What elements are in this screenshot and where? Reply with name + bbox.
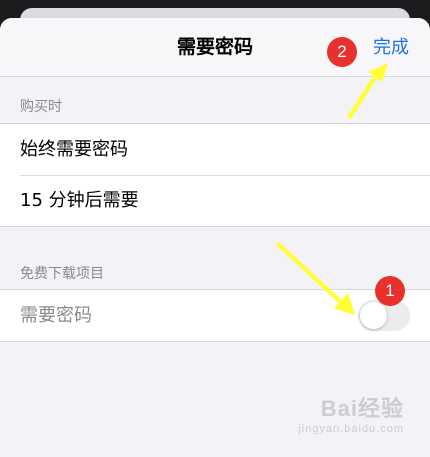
toggle-knob [360, 302, 387, 329]
require-password-row: 需要密码 [0, 290, 430, 341]
watermark: Bai经验 jingyan.baidu.com [298, 391, 404, 435]
page-title: 需要密码 [176, 36, 253, 58]
watermark-brand: Bai经验 [320, 396, 404, 421]
free-downloads-group: 需要密码 [0, 289, 430, 342]
purchase-options-group: 始终需要密码 15 分钟后需要 [0, 123, 430, 227]
done-button[interactable]: 完成 [373, 18, 409, 77]
navigation-bar: 需要密码 完成 [0, 18, 430, 77]
watermark-url: jingyan.baidu.com [298, 423, 404, 435]
option-after-15-minutes[interactable]: 15 分钟后需要 [0, 175, 430, 226]
section-header-purchase: 购买时 [20, 99, 62, 115]
option-always-require[interactable]: 始终需要密码 [0, 124, 430, 175]
section-header-free-downloads: 免费下载项目 [20, 266, 104, 282]
annotation-badge-1: 1 [375, 276, 405, 306]
annotation-badge-2: 2 [327, 37, 357, 67]
require-password-label: 需要密码 [20, 305, 92, 326]
